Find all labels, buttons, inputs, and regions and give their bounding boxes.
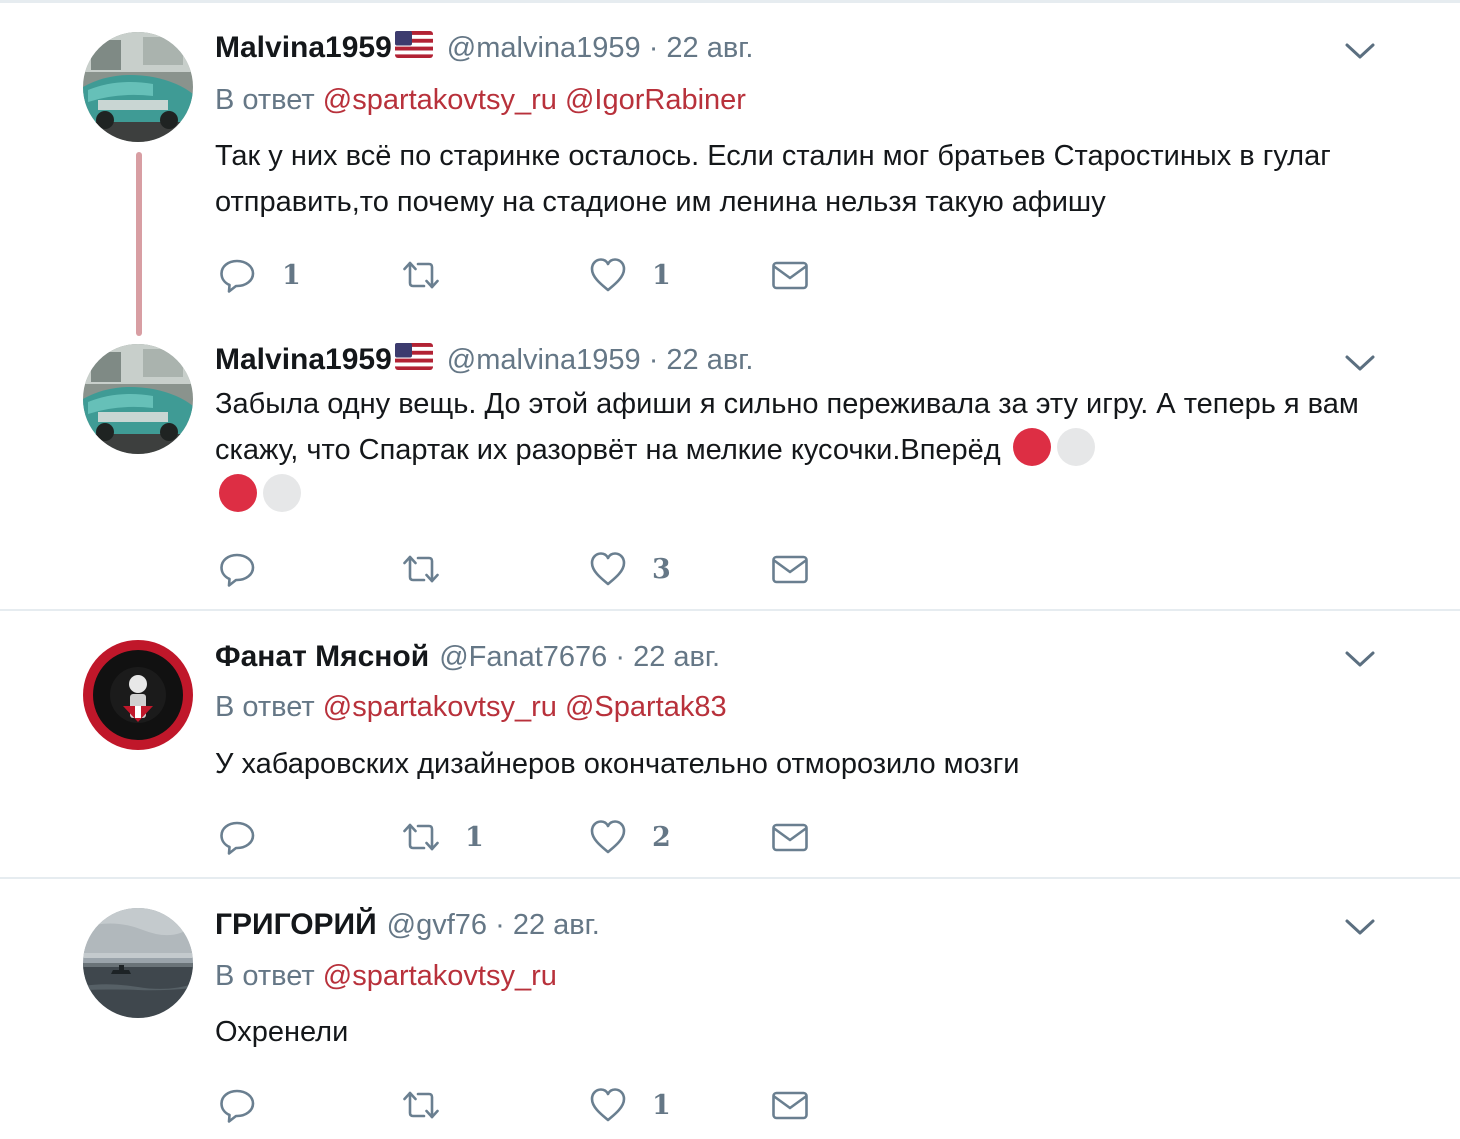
avatar[interactable] [83, 908, 193, 1018]
reply-button[interactable] [218, 816, 282, 858]
mention-link[interactable]: @spartakovtsy_ru [323, 84, 557, 116]
chevron-down-icon[interactable] [1343, 40, 1377, 62]
speech-bubble-icon [218, 817, 258, 857]
tweet-header: ГРИГОРИЙ @gvf76 · 22 авг. [215, 907, 600, 943]
tweet-actions: 3 [218, 548, 838, 590]
chevron-down-icon[interactable] [1343, 648, 1377, 670]
retweet-button[interactable]: 1 [401, 816, 484, 858]
tweet-text: Забыла одну вещь. До этой афиши я сильно… [215, 381, 1385, 519]
tweet-divider [0, 877, 1460, 879]
display-name[interactable]: ГРИГОРИЙ [215, 908, 377, 942]
tweet-divider [0, 609, 1460, 611]
handle-date[interactable]: @Fanat7676 · 22 авг. [439, 641, 720, 674]
reply-prefix: В ответ [215, 84, 315, 116]
tweet-header: Фанат Мясной @Fanat7676 · 22 авг. [215, 639, 720, 675]
reply-prefix: В ответ [215, 960, 315, 992]
reply-button[interactable] [218, 548, 282, 590]
like-button[interactable]: 1 [588, 1084, 671, 1126]
tweet-text: Охренели [215, 1016, 349, 1048]
like-count: 1 [652, 1089, 671, 1121]
handle-date[interactable]: @malvina1959 · 22 авг. [447, 344, 754, 377]
tweet-header: Malvina1959 @malvina1959 · 22 авг. [215, 342, 753, 378]
direct-message-button[interactable] [770, 254, 810, 296]
envelope-icon [770, 1085, 810, 1125]
display-name[interactable]: Malvina1959 [215, 343, 392, 377]
envelope-icon [770, 549, 810, 589]
retweet-icon [401, 549, 441, 589]
white-circle-emoji [263, 474, 301, 513]
envelope-icon [770, 255, 810, 295]
reply-context: В ответ @spartakovtsy_ru @Spartak83 [215, 691, 727, 724]
tweet-actions: 1 2 [218, 816, 838, 858]
tweet-text-content: Забыла одну вещь. До этой афиши я сильно… [215, 388, 1359, 466]
display-name[interactable]: Malvina1959 [215, 31, 392, 65]
speech-bubble-icon [218, 549, 258, 589]
speech-bubble-icon [218, 1085, 258, 1125]
tweet-header: Malvina1959 @malvina1959 · 22 авг. [215, 30, 753, 66]
like-button[interactable]: 2 [588, 816, 671, 858]
direct-message-button[interactable] [770, 816, 810, 858]
retweet-button[interactable] [401, 1084, 465, 1126]
top-divider [0, 0, 1460, 3]
retweet-icon [401, 255, 441, 295]
speech-bubble-icon [218, 255, 258, 295]
tweet-text: Так у них всё по старинке осталось. Если… [215, 140, 1331, 218]
reply-context: В ответ @spartakovtsy_ru @IgorRabiner [215, 84, 746, 117]
reply-button[interactable]: 1 [218, 254, 301, 296]
direct-message-button[interactable] [770, 1084, 810, 1126]
direct-message-button[interactable] [770, 548, 810, 590]
reply-button[interactable] [218, 1084, 282, 1126]
reply-context: В ответ @spartakovtsy_ru [215, 960, 557, 993]
handle-date[interactable]: @malvina1959 · 22 авг. [447, 32, 754, 65]
retweet-icon [401, 817, 441, 857]
heart-icon [588, 255, 628, 295]
tweet-text: У хабаровских дизайнеров окончательно от… [215, 748, 1020, 780]
tweet-actions: 1 1 [218, 254, 838, 296]
like-button[interactable]: 1 [588, 254, 671, 296]
thread-connector [136, 152, 142, 336]
retweet-icon [401, 1085, 441, 1125]
chevron-down-icon[interactable] [1343, 352, 1377, 374]
like-count: 3 [652, 553, 671, 585]
retweet-button[interactable] [401, 548, 465, 590]
envelope-icon [770, 817, 810, 857]
handle-date[interactable]: @gvf76 · 22 авг. [387, 909, 600, 942]
like-count: 2 [652, 821, 671, 853]
heart-icon [588, 817, 628, 857]
like-button[interactable]: 3 [588, 548, 671, 590]
mention-link[interactable]: @Spartak83 [565, 691, 727, 723]
like-count: 1 [652, 259, 671, 291]
reply-count: 1 [282, 259, 301, 291]
us-flag-icon [395, 31, 433, 58]
reply-prefix: В ответ [215, 691, 315, 723]
white-circle-emoji [1056, 428, 1095, 467]
us-flag-icon [395, 343, 433, 370]
chevron-down-icon[interactable] [1343, 916, 1377, 938]
display-name[interactable]: Фанат Мясной [215, 640, 429, 674]
avatar[interactable] [83, 344, 193, 454]
avatar[interactable] [83, 32, 193, 142]
heart-icon [588, 549, 628, 589]
avatar[interactable] [83, 640, 193, 750]
mention-link[interactable]: @IgorRabiner [565, 84, 746, 116]
red-circle-emoji [1012, 428, 1051, 467]
red-circle-emoji [219, 474, 257, 513]
tweet-actions: 1 [218, 1084, 838, 1126]
retweet-button[interactable] [401, 254, 465, 296]
mention-link[interactable]: @spartakovtsy_ru [323, 691, 557, 723]
heart-icon [588, 1085, 628, 1125]
mention-link[interactable]: @spartakovtsy_ru [323, 960, 557, 992]
retweet-count: 1 [465, 821, 484, 853]
